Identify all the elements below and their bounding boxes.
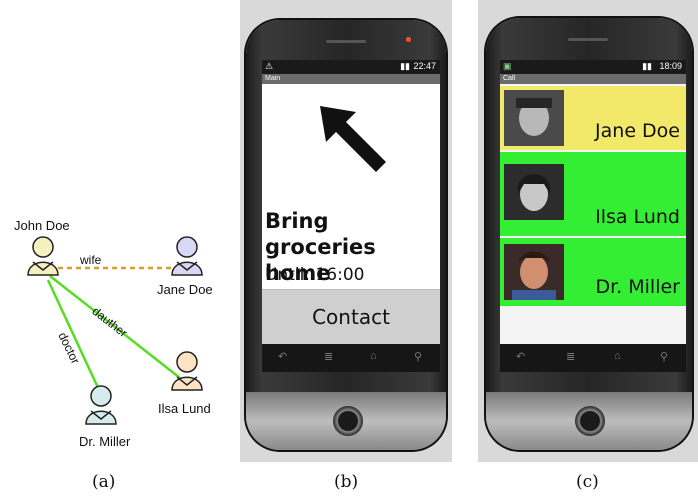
contact-photo-jane xyxy=(504,90,564,146)
relationship-diagram: John Doe Jane Doe Ilsa Lund Dr. Miller w… xyxy=(0,0,240,460)
caption-c: (c) xyxy=(576,472,599,492)
contact-row-ilsa[interactable]: Ilsa Lund xyxy=(500,152,686,236)
softkey-bar: ↶ ≣ ⌂ ⚲ xyxy=(262,344,440,372)
caption-b: (b) xyxy=(334,472,359,492)
person-icon-john xyxy=(27,236,59,276)
contact-list: Jane Doe Ilsa Lund Dr. Miller xyxy=(500,86,686,316)
screen-title: Call xyxy=(500,74,686,84)
back-icon[interactable]: ↶ xyxy=(516,350,525,363)
screen-c: ▣ ▮▮ 18:09 Call Jane Doe Ilsa Lund Dr. M… xyxy=(500,60,686,372)
back-icon[interactable]: ↶ xyxy=(278,350,287,363)
battery-icon: ▮▮ xyxy=(642,61,652,71)
search-icon[interactable]: ⚲ xyxy=(414,350,422,363)
home-icon[interactable]: ⌂ xyxy=(614,350,621,362)
edge-label-wife: wife xyxy=(80,253,102,267)
led-indicator xyxy=(406,37,411,42)
caption-a: (a) xyxy=(92,472,116,492)
menu-icon[interactable]: ≣ xyxy=(566,350,575,363)
node-label-miller: Dr. Miller xyxy=(79,434,131,449)
home-icon[interactable]: ⌂ xyxy=(370,350,377,362)
status-bar: ⚠ ▮▮ 22:47 xyxy=(262,60,440,74)
screen-title: Main xyxy=(262,74,440,84)
speaker-c xyxy=(568,38,608,41)
node-label-jane: Jane Doe xyxy=(157,282,213,297)
contact-photo-miller xyxy=(504,244,564,300)
trackball-button-b[interactable] xyxy=(333,406,363,436)
app-icon: ▣ xyxy=(503,61,512,71)
person-icon-jane xyxy=(171,236,203,276)
screen-b: ⚠ ▮▮ 22:47 Main Bring groceries home Unt… xyxy=(262,60,440,372)
signal-icon: ⚠ xyxy=(265,61,274,71)
menu-icon[interactable]: ≣ xyxy=(324,350,333,363)
node-label-ilsa: Ilsa Lund xyxy=(158,401,211,416)
contact-button[interactable]: Contact xyxy=(262,289,440,345)
status-time: 22:47 xyxy=(413,61,436,71)
contact-row-miller[interactable]: Dr. Miller xyxy=(500,238,686,306)
status-time: 18:09 xyxy=(659,61,682,71)
task-until: Until: 16:00 xyxy=(265,265,365,285)
speaker-b xyxy=(326,40,366,43)
person-icon-miller xyxy=(85,385,117,425)
contact-name-ilsa: Ilsa Lund xyxy=(595,206,680,228)
arrow-pointer-icon xyxy=(320,106,386,172)
status-bar: ▣ ▮▮ 18:09 xyxy=(500,60,686,74)
softkey-bar: ↶ ≣ ⌂ ⚲ xyxy=(500,344,686,372)
search-icon[interactable]: ⚲ xyxy=(660,350,668,363)
contact-row-jane[interactable]: Jane Doe xyxy=(500,86,686,150)
node-label-john: John Doe xyxy=(14,218,70,233)
trackball-button-c[interactable] xyxy=(575,406,605,436)
contact-name-jane: Jane Doe xyxy=(595,120,680,142)
battery-icon: ▮▮ xyxy=(400,61,410,71)
contact-photo-ilsa xyxy=(504,164,564,220)
contact-name-miller: Dr. Miller xyxy=(595,276,680,298)
person-icon-ilsa xyxy=(171,351,203,391)
